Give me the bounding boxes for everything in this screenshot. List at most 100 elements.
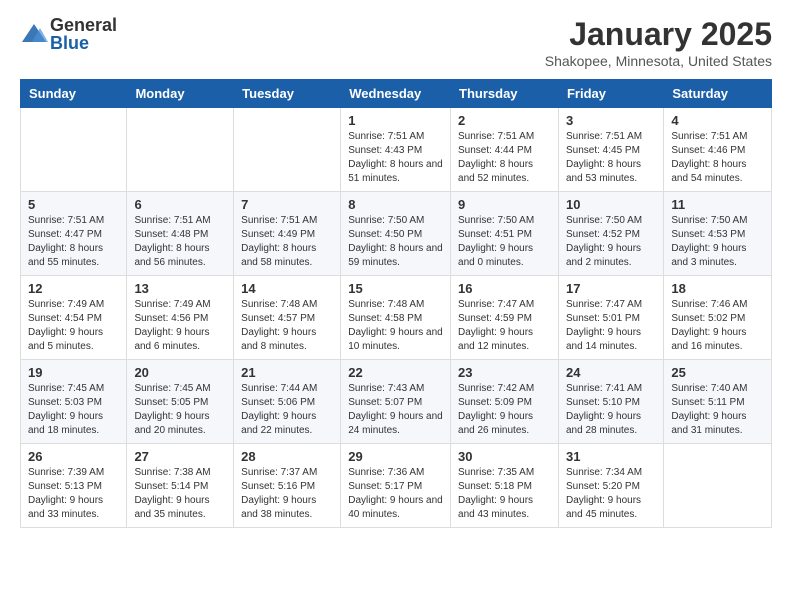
day-number: 13 [134,281,226,296]
day-info: Sunrise: 7:51 AM Sunset: 4:48 PM Dayligh… [134,214,226,270]
calendar-cell: 31Sunrise: 7:34 AM Sunset: 5:20 PM Dayli… [558,444,663,528]
calendar-cell: 21 Sunrise: 7:44 AM Sunset: 5:06 PM Dayli… [234,360,341,444]
page: General Blue January 2025 Shakopee, Minn… [0,0,792,548]
calendar-cell: 28 Sunrise: 7:37 AM Sunset: 5:16 PM Dayli… [234,444,341,528]
calendar-cell: 7 Sunrise: 7:51 AM Sunset: 4:49 PM Daylig… [234,192,341,276]
calendar-week-row: 26 Sunrise: 7:39 AM Sunset: 5:13 PM Dayli… [21,444,772,528]
day-number: 5 [28,197,119,212]
day-number: 19 [28,365,119,380]
logo: General Blue [20,16,117,52]
day-number: 24 [566,365,656,380]
calendar-cell: 17 Sunrise: 7:47 AM Sunset: 5:01 PM Dayli… [558,276,663,360]
col-monday: Monday [127,80,234,108]
calendar-cell: 30 Sunrise: 7:35 AM Sunset: 5:18 PM Dayli… [451,444,559,528]
day-number: 6 [134,197,226,212]
calendar-cell: 26 Sunrise: 7:39 AM Sunset: 5:13 PM Dayli… [21,444,127,528]
day-info: Sunrise: 7:43 AM Sunset: 5:07 PM Dayligh… [348,382,443,438]
day-number: 21 [241,365,333,380]
day-info: Sunrise: 7:49 AM Sunset: 4:54 PM Dayligh… [28,298,119,354]
calendar-cell: 2Sunrise: 7:51 AM Sunset: 4:44 PM Daylig… [451,108,559,192]
col-thursday: Thursday [451,80,559,108]
header: General Blue January 2025 Shakopee, Minn… [20,16,772,69]
calendar-cell: 12 Sunrise: 7:49 AM Sunset: 4:54 PM Dayli… [21,276,127,360]
day-info: Sunrise: 7:47 AM Sunset: 5:01 PM Dayligh… [566,298,656,354]
calendar-cell: 14 Sunrise: 7:48 AM Sunset: 4:57 PM Dayli… [234,276,341,360]
day-info: Sunrise: 7:47 AM Sunset: 4:59 PM Dayligh… [458,298,551,354]
day-info: Sunrise: 7:37 AM Sunset: 5:16 PM Dayligh… [241,466,333,522]
day-number: 28 [241,449,333,464]
day-info: Sunrise: 7:51 AM Sunset: 4:49 PM Dayligh… [241,214,333,270]
day-info: Sunrise: 7:50 AM Sunset: 4:52 PM Dayligh… [566,214,656,270]
calendar-cell: 19Sunrise: 7:45 AM Sunset: 5:03 PM Dayli… [21,360,127,444]
day-number: 3 [566,113,656,128]
logo-text: General Blue [50,16,117,52]
day-number: 10 [566,197,656,212]
calendar-cell: 18 Sunrise: 7:46 AM Sunset: 5:02 PM Dayli… [664,276,772,360]
day-info: Sunrise: 7:50 AM Sunset: 4:50 PM Dayligh… [348,214,443,270]
calendar-cell: 15 Sunrise: 7:48 AM Sunset: 4:58 PM Dayli… [341,276,451,360]
day-info: Sunrise: 7:49 AM Sunset: 4:56 PM Dayligh… [134,298,226,354]
day-number: 12 [28,281,119,296]
day-number: 30 [458,449,551,464]
calendar-cell: 6 Sunrise: 7:51 AM Sunset: 4:48 PM Daylig… [127,192,234,276]
month-title: January 2025 [545,16,772,53]
calendar-cell: 22 Sunrise: 7:43 AM Sunset: 5:07 PM Dayli… [341,360,451,444]
col-friday: Friday [558,80,663,108]
day-number: 14 [241,281,333,296]
logo-blue-text: Blue [50,34,117,52]
day-number: 4 [671,113,764,128]
calendar-cell: 27Sunrise: 7:38 AM Sunset: 5:14 PM Dayli… [127,444,234,528]
col-sunday: Sunday [21,80,127,108]
day-number: 17 [566,281,656,296]
calendar-week-row: 1 Sunrise: 7:51 AM Sunset: 4:43 PM Daylig… [21,108,772,192]
calendar-cell: 10 Sunrise: 7:50 AM Sunset: 4:52 PM Dayli… [558,192,663,276]
day-number: 26 [28,449,119,464]
logo-icon [20,20,48,48]
day-info: Sunrise: 7:51 AM Sunset: 4:47 PM Dayligh… [28,214,119,270]
day-number: 2 [458,113,551,128]
calendar-cell: 11 Sunrise: 7:50 AM Sunset: 4:53 PM Dayli… [664,192,772,276]
calendar-cell: 5 Sunrise: 7:51 AM Sunset: 4:47 PM Daylig… [21,192,127,276]
day-number: 20 [134,365,226,380]
day-info: Sunrise: 7:50 AM Sunset: 4:53 PM Dayligh… [671,214,764,270]
day-info: Sunrise: 7:48 AM Sunset: 4:57 PM Dayligh… [241,298,333,354]
calendar-cell: 23Sunrise: 7:42 AM Sunset: 5:09 PM Dayli… [451,360,559,444]
calendar-cell: 3 Sunrise: 7:51 AM Sunset: 4:45 PM Daylig… [558,108,663,192]
day-info: Sunrise: 7:41 AM Sunset: 5:10 PM Dayligh… [566,382,656,438]
day-info: Sunrise: 7:48 AM Sunset: 4:58 PM Dayligh… [348,298,443,354]
day-info: Sunrise: 7:51 AM Sunset: 4:45 PM Dayligh… [566,130,656,186]
calendar-table: Sunday Monday Tuesday Wednesday Thursday… [20,79,772,528]
calendar-cell: 16Sunrise: 7:47 AM Sunset: 4:59 PM Dayli… [451,276,559,360]
col-saturday: Saturday [664,80,772,108]
day-info: Sunrise: 7:51 AM Sunset: 4:46 PM Dayligh… [671,130,764,186]
day-info: Sunrise: 7:44 AM Sunset: 5:06 PM Dayligh… [241,382,333,438]
day-number: 22 [348,365,443,380]
logo-general-text: General [50,16,117,34]
day-info: Sunrise: 7:39 AM Sunset: 5:13 PM Dayligh… [28,466,119,522]
calendar-cell: 8Sunrise: 7:50 AM Sunset: 4:50 PM Daylig… [341,192,451,276]
day-number: 15 [348,281,443,296]
location-text: Shakopee, Minnesota, United States [545,53,772,69]
calendar-header-row: Sunday Monday Tuesday Wednesday Thursday… [21,80,772,108]
col-tuesday: Tuesday [234,80,341,108]
day-number: 25 [671,365,764,380]
calendar-cell: 20 Sunrise: 7:45 AM Sunset: 5:05 PM Dayli… [127,360,234,444]
day-number: 1 [348,113,443,128]
day-info: Sunrise: 7:42 AM Sunset: 5:09 PM Dayligh… [458,382,551,438]
calendar-cell: 4 Sunrise: 7:51 AM Sunset: 4:46 PM Daylig… [664,108,772,192]
calendar-cell: 9Sunrise: 7:50 AM Sunset: 4:51 PM Daylig… [451,192,559,276]
calendar-cell: 29Sunrise: 7:36 AM Sunset: 5:17 PM Dayli… [341,444,451,528]
calendar-cell: 24 Sunrise: 7:41 AM Sunset: 5:10 PM Dayli… [558,360,663,444]
day-info: Sunrise: 7:35 AM Sunset: 5:18 PM Dayligh… [458,466,551,522]
day-info: Sunrise: 7:46 AM Sunset: 5:02 PM Dayligh… [671,298,764,354]
col-wednesday: Wednesday [341,80,451,108]
day-number: 29 [348,449,443,464]
day-info: Sunrise: 7:45 AM Sunset: 5:05 PM Dayligh… [134,382,226,438]
calendar-week-row: 19Sunrise: 7:45 AM Sunset: 5:03 PM Dayli… [21,360,772,444]
day-number: 11 [671,197,764,212]
calendar-cell [127,108,234,192]
day-number: 18 [671,281,764,296]
day-info: Sunrise: 7:51 AM Sunset: 4:43 PM Dayligh… [348,130,443,186]
day-number: 31 [566,449,656,464]
day-number: 7 [241,197,333,212]
